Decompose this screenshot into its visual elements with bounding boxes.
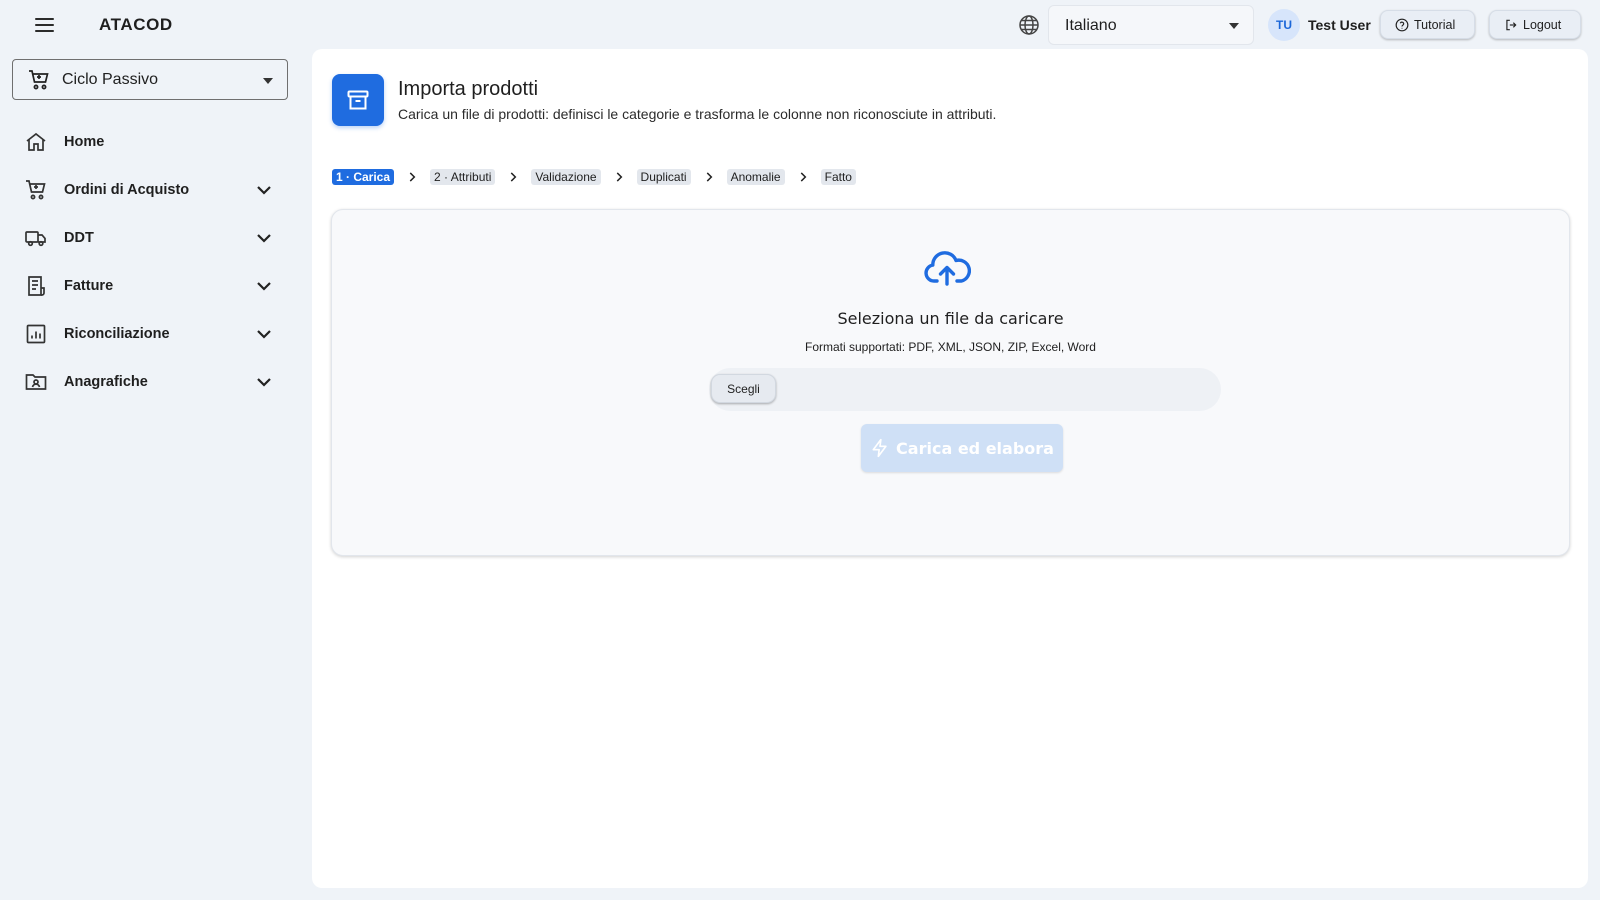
chevron-down-icon bbox=[257, 282, 271, 291]
language-select[interactable]: Italiano bbox=[1048, 5, 1254, 45]
upload-submit-button[interactable]: Carica ed elabora bbox=[861, 424, 1063, 472]
sidebar-item-home[interactable]: Home bbox=[12, 120, 288, 164]
globe-icon bbox=[1019, 15, 1039, 35]
caret-down-icon bbox=[263, 78, 273, 84]
sidebar-item-fatture[interactable]: Fatture bbox=[12, 264, 288, 308]
truck-icon bbox=[25, 231, 46, 247]
sidebar-item-label: Ordini di Acquisto bbox=[64, 182, 190, 198]
chevron-right-icon bbox=[606, 168, 632, 186]
cycle-value: Ciclo Passivo bbox=[62, 71, 159, 88]
sidebar-item-ordini-di-acquisto[interactable]: Ordini di Acquisto bbox=[12, 168, 288, 212]
step-fatto[interactable]: Fatto bbox=[820, 169, 856, 185]
sidebar-item-label: Fatture bbox=[64, 278, 114, 294]
upload-submit-label: Carica ed elabora bbox=[896, 438, 1054, 458]
chart-icon bbox=[26, 324, 46, 344]
logout-button[interactable]: Logout bbox=[1489, 10, 1581, 39]
menu-icon[interactable] bbox=[33, 14, 57, 36]
chevron-right-icon bbox=[696, 168, 722, 186]
chevron-right-icon bbox=[500, 168, 526, 186]
choose-file-button[interactable]: Scegli bbox=[711, 374, 776, 403]
main-panel: Importa prodotti Carica un file di prodo… bbox=[312, 49, 1588, 888]
step-anomalie[interactable]: Anomalie bbox=[726, 169, 785, 185]
chevron-down-icon bbox=[257, 186, 271, 195]
chevron-down-icon bbox=[257, 330, 271, 339]
user-name: Test User bbox=[1308, 17, 1371, 33]
home-icon bbox=[26, 132, 46, 151]
sidebar-item-label: DDT bbox=[64, 230, 94, 246]
sidebar-item-riconciliazione[interactable]: Riconciliazione bbox=[12, 312, 288, 356]
step-validazione[interactable]: Validazione bbox=[531, 169, 601, 185]
cloud-upload-icon bbox=[924, 251, 971, 286]
sidebar-item-anagrafiche[interactable]: Anagrafiche bbox=[12, 360, 288, 404]
cart-icon bbox=[29, 70, 49, 90]
logout-icon bbox=[1506, 19, 1517, 30]
cycle-select[interactable]: Ciclo Passivo bbox=[12, 59, 288, 100]
step-attributi[interactable]: 2 · Attributi bbox=[430, 169, 496, 185]
step-carica[interactable]: 1 · Carica bbox=[332, 169, 395, 185]
page-header-icon bbox=[332, 74, 384, 126]
app-brand: ATACOD bbox=[99, 15, 173, 34]
avatar[interactable]: TU bbox=[1268, 9, 1300, 41]
chevron-down-icon bbox=[257, 234, 271, 243]
chevron-down-icon bbox=[257, 378, 271, 387]
step-duplicati[interactable]: Duplicati bbox=[636, 169, 691, 185]
page-subtitle: Carica un file di prodotti: definisci le… bbox=[398, 106, 997, 122]
upload-title: Seleziona un file da caricare bbox=[837, 309, 1064, 328]
upload-dropzone[interactable]: Seleziona un file da caricare Formati su… bbox=[331, 209, 1570, 556]
stepper: 1 · Carica 2 · Attributi Validazione Dup… bbox=[332, 168, 856, 186]
lightning-icon bbox=[872, 438, 887, 458]
chevron-right-icon bbox=[790, 168, 816, 186]
cart-icon bbox=[26, 180, 46, 200]
sidebar-item-label: Anagrafiche bbox=[64, 374, 148, 390]
language-value: Italiano bbox=[1065, 17, 1117, 34]
upload-formats: Formati supportati: PDF, XML, JSON, ZIP,… bbox=[805, 340, 1096, 354]
tutorial-button[interactable]: Tutorial bbox=[1380, 10, 1475, 39]
logout-label: Logout bbox=[1523, 17, 1562, 32]
receipt-icon bbox=[28, 276, 45, 296]
chevron-right-icon bbox=[399, 168, 425, 186]
archive-icon bbox=[347, 90, 369, 110]
sidebar-item-label: Riconciliazione bbox=[64, 326, 170, 342]
file-input[interactable]: Scegli bbox=[709, 368, 1221, 411]
caret-down-icon bbox=[1229, 23, 1239, 29]
top-bar: ATACOD Italiano TU Test User Tutorial Lo… bbox=[0, 0, 1600, 50]
folder-user-icon bbox=[25, 374, 47, 390]
page-title: Importa prodotti bbox=[398, 78, 539, 100]
tutorial-label: Tutorial bbox=[1414, 17, 1456, 32]
sidebar-item-ddt[interactable]: DDT bbox=[12, 216, 288, 260]
help-circle-icon bbox=[1395, 18, 1409, 31]
sidebar-item-label: Home bbox=[64, 134, 105, 150]
